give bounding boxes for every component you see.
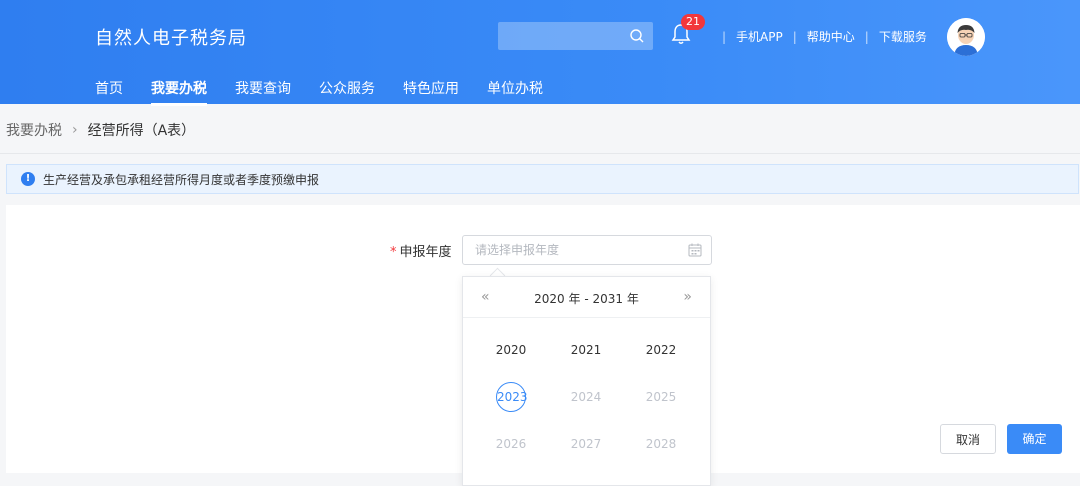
link-help-center[interactable]: 帮助中心 (807, 28, 855, 45)
link-download[interactable]: 下载服务 (879, 28, 927, 45)
year-cell-2020[interactable]: 2020 (491, 335, 531, 365)
year-cell-2027: 2027 (570, 437, 602, 451)
confirm-button[interactable]: 确定 (1007, 424, 1062, 454)
year-cell-2026: 2026 (495, 437, 527, 451)
site-brand[interactable]: 自然人电子税务局 (95, 24, 247, 50)
year-cell-2025: 2025 (645, 390, 677, 404)
calendar-icon[interactable] (687, 242, 703, 258)
link-mobile-app[interactable]: 手机APP (736, 28, 783, 45)
nav-tax-handling[interactable]: 我要办税 (151, 78, 207, 106)
main-nav: 首页 我要办税 我要查询 公众服务 特色应用 单位办税 (95, 78, 571, 106)
required-mark: * (390, 245, 397, 260)
search-icon[interactable] (629, 28, 645, 44)
nav-unit-tax[interactable]: 单位办税 (487, 78, 543, 106)
year-select-input[interactable]: 请选择申报年度 (462, 235, 712, 265)
cancel-button[interactable]: 取消 (940, 424, 996, 454)
double-chevron-right-icon[interactable]: » (683, 289, 692, 305)
chevron-right-icon: › (72, 122, 78, 138)
year-cell-2021[interactable]: 2021 (566, 335, 606, 365)
top-header: 自然人电子税务局 21 | 手机APP | 帮助中心 | 下载服务 首页 我要办… (0, 0, 1080, 106)
notification-badge: 21 (681, 14, 705, 30)
nav-home[interactable]: 首页 (95, 78, 123, 106)
breadcrumb-current: 经营所得（A表） (87, 123, 196, 139)
nav-special-apps[interactable]: 特色应用 (403, 78, 459, 106)
divider: | (864, 29, 869, 44)
breadcrumb: 我要办税 › 经营所得（A表） (6, 120, 195, 140)
year-cell-2023[interactable]: 2023 (496, 382, 528, 412)
nav-public-service[interactable]: 公众服务 (319, 78, 375, 106)
year-cell-2028: 2028 (645, 437, 677, 451)
user-avatar-icon (947, 18, 985, 56)
search-input[interactable] (498, 22, 653, 50)
year-placeholder: 请选择申报年度 (475, 243, 560, 257)
year-cell-2022[interactable]: 2022 (641, 335, 681, 365)
year-cell-2024: 2024 (570, 390, 602, 404)
top-links: | 手机APP | 帮助中心 | 下载服务 (712, 28, 927, 45)
notice-text: 生产经营及承包承租经营所得月度或者季度预缴申报 (43, 172, 320, 187)
info-notice: ! 生产经营及承包承租经营所得月度或者季度预缴申报 (6, 164, 1079, 194)
info-icon: ! (21, 172, 35, 186)
divider: | (792, 29, 797, 44)
nav-query[interactable]: 我要查询 (235, 78, 291, 106)
divider: | (722, 29, 727, 44)
divider (0, 153, 1080, 154)
avatar[interactable] (947, 18, 985, 56)
picker-header: « 2020 年 - 2031 年 » (463, 277, 710, 318)
year-field-label: * 申报年度 (390, 241, 452, 260)
breadcrumb-root[interactable]: 我要办税 (6, 120, 62, 140)
year-picker-dropdown: « 2020 年 - 2031 年 » 2020 2021 2022 2023 2024… (462, 276, 711, 486)
picker-range: 2020 年 - 2031 年 (534, 292, 639, 306)
year-label-text: 申报年度 (399, 245, 452, 260)
